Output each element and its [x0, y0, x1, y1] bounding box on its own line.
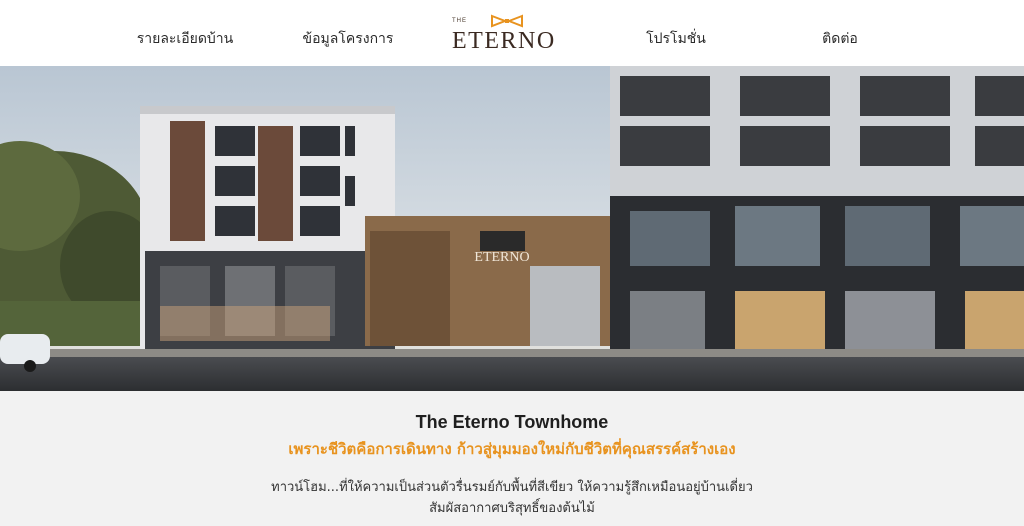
- entrance-sign: ETERNO: [474, 250, 529, 265]
- description-line-2: สัมผัสอากาศบริสุทธิ์ของต้นไม้: [429, 501, 595, 516]
- intro-section: The Eterno Townhome เพราะชีวิตคือการเดิน…: [0, 391, 1024, 526]
- hero-illustration: ETERNO: [0, 66, 1024, 391]
- page-title: The Eterno Townhome: [415, 412, 609, 432]
- nav-promotion[interactable]: โปรโมชั่น: [646, 28, 706, 50]
- nav-house-details[interactable]: รายละเอียดบ้าน: [137, 28, 234, 50]
- bowtie-icon: [491, 14, 523, 28]
- description-line-1: ทาวน์โฮม...ที่ให้ความเป็นส่วนตัวรื่นรมย์…: [271, 480, 753, 495]
- nav-project-info[interactable]: ข้อมูลโครงการ: [303, 28, 394, 50]
- top-nav: รายละเอียดบ้าน ข้อมูลโครงการ THE ETERNO …: [0, 0, 1024, 66]
- logo-wordmark: ETERNO: [452, 28, 556, 54]
- nav-contact[interactable]: ติดต่อ: [822, 28, 858, 50]
- hero-image: ETERNO: [0, 66, 1024, 391]
- eterno-logo[interactable]: THE ETERNO: [452, 14, 572, 54]
- logo-the-text: THE: [452, 18, 467, 24]
- description: ทาวน์โฮม...ที่ให้ความเป็นส่วนตัวรื่นรมย์…: [0, 477, 1024, 519]
- tagline: เพราะชีวิตคือการเดินทาง ก้าวสู่มุมมองใหม…: [288, 440, 736, 458]
